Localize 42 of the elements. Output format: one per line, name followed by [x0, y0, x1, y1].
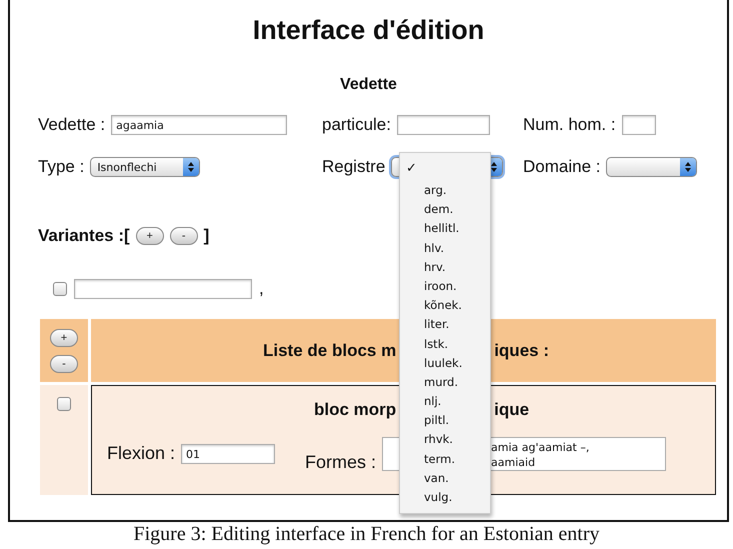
field-label: Domaine : — [523, 157, 600, 177]
menu-item[interactable]: hlv. — [400, 238, 490, 258]
menu-item[interactable]: luulek. — [400, 354, 490, 373]
input-field[interactable]: agaamia — [111, 115, 288, 135]
field-label: Flexion : — [107, 443, 176, 464]
variants-label: Variantes :[ — [38, 226, 130, 246]
table-heading: iques : — [494, 340, 549, 360]
input-field[interactable]: 01 — [181, 444, 276, 464]
block-title: bloc morp — [314, 400, 396, 420]
small-button[interactable]: - — [50, 354, 78, 372]
small-button[interactable]: + — [136, 227, 164, 245]
menu-item[interactable]: van. — [400, 468, 490, 488]
figure-caption: Figure 3: Editing interface in French for an Estonian entry — [132, 523, 600, 546]
menu-item[interactable]: term. — [400, 450, 490, 469]
block-title: ique — [494, 400, 530, 420]
menu-item[interactable]: vulg. — [400, 488, 490, 508]
field-label: Type : — [38, 157, 84, 177]
small-button[interactable]: + — [50, 328, 78, 346]
dropdown[interactable]: Isnonflechi — [90, 157, 200, 177]
field-label: Formes : — [305, 452, 376, 473]
menu-item[interactable]: hrv. — [400, 258, 490, 277]
menu-item[interactable]: piltl. — [400, 411, 490, 430]
menu-item[interactable]: iroon. — [400, 276, 490, 296]
table-heading: Liste de blocs m — [263, 340, 396, 360]
field-label: Vedette : — [38, 115, 106, 135]
separator: , — [259, 279, 264, 299]
menu-item[interactable]: ✓ — [400, 159, 490, 181]
menu-item[interactable]: kõnek. — [400, 296, 490, 316]
bracket: ] — [204, 226, 210, 246]
field-label: Registre — [322, 157, 386, 177]
menu-item[interactable]: arg. — [400, 181, 490, 200]
menu-item[interactable]: dem. — [400, 200, 490, 220]
page-title: Interface d'édition — [252, 14, 486, 47]
field-label: particule: — [322, 115, 391, 135]
menu-item[interactable]: murd. — [400, 372, 490, 392]
field-label: Num. hom. : — [523, 115, 616, 135]
menu-item[interactable]: hellitl. — [400, 219, 490, 239]
small-button[interactable]: - — [170, 227, 198, 245]
menu-item[interactable]: liter. — [400, 315, 490, 334]
section-heading: Vedette — [339, 76, 398, 95]
menu-item[interactable]: nlj. — [400, 392, 490, 412]
menu-item[interactable]: lstk. — [400, 334, 490, 354]
